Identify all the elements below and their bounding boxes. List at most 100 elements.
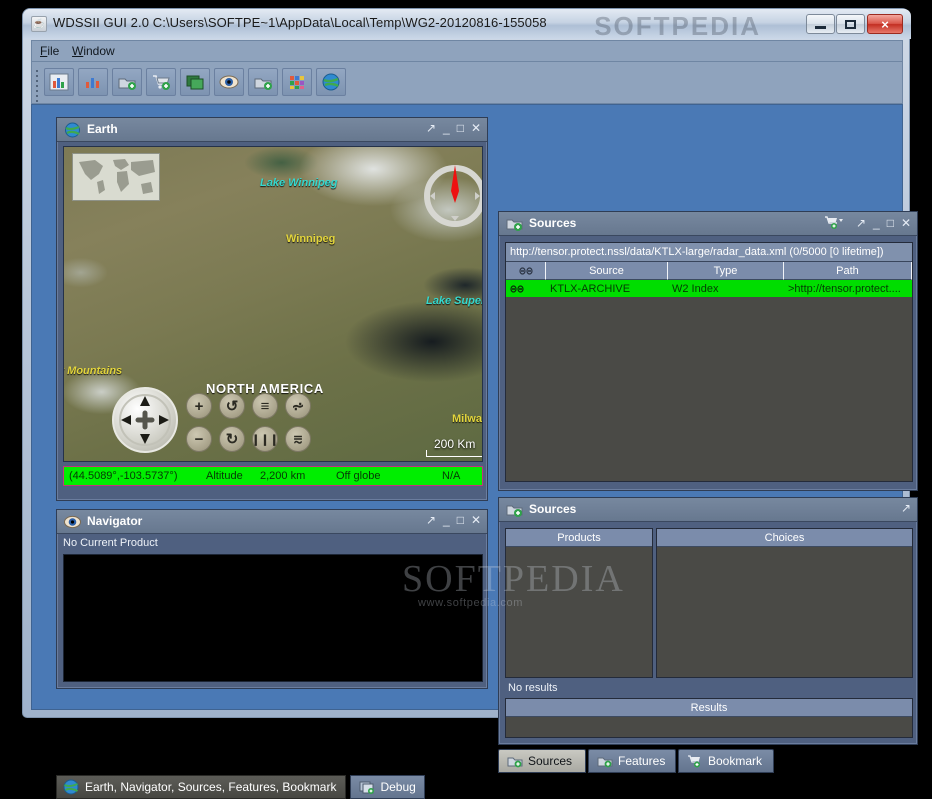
- map-label-rocky-mountains: y Mountains: [63, 365, 123, 377]
- navigator-panel-title: Navigator: [87, 514, 143, 528]
- tab-bookmark[interactable]: Bookmark: [678, 749, 774, 773]
- sources-panel-title: Sources: [529, 216, 577, 230]
- tab-sources[interactable]: Sources: [498, 749, 586, 773]
- source-add-icon: [507, 757, 523, 768]
- close-icon[interactable]: ✕: [471, 513, 481, 527]
- sources-table-header: Source Type Path: [506, 262, 912, 280]
- maximize-icon[interactable]: □: [457, 121, 464, 135]
- rotate-cw-button[interactable]: ↻: [219, 426, 245, 452]
- map-view[interactable]: Lake Winnipeg Winnipeg Lake Superior y M…: [63, 146, 483, 462]
- float-icon[interactable]: ↗: [856, 216, 866, 230]
- choices-list[interactable]: Choices: [656, 528, 913, 678]
- rotate-ccw-button[interactable]: ↺: [219, 393, 245, 419]
- close-button[interactable]: ×: [867, 14, 903, 34]
- sources-table[interactable]: http://tensor.protect.nssl/data/KTLX-lar…: [505, 242, 913, 482]
- status-panels-label: Earth, Navigator, Sources, Features, Boo…: [85, 780, 337, 794]
- tilt-up-button[interactable]: ≡: [252, 393, 278, 419]
- bars-button[interactable]: ❙❙❙: [251, 426, 279, 452]
- map-scale-bar: 200 Km: [426, 437, 482, 461]
- altitude-value: 2,200 km: [260, 470, 306, 482]
- terrain-up-icon: ⩫: [291, 398, 305, 415]
- title-bar: ☕ WDSSII GUI 2.0 C:\Users\SOFTPE~1\AppDa…: [23, 9, 911, 41]
- toolbar: [31, 62, 903, 104]
- debug-icon: [359, 781, 375, 794]
- table-row[interactable]: KTLX-ARCHIVE W2 Index >http://tensor.pro…: [506, 280, 912, 297]
- pan-control[interactable]: [112, 387, 178, 453]
- rotate-cw-icon: ↻: [225, 431, 239, 448]
- minimize-icon[interactable]: _: [873, 216, 880, 230]
- map-label-milwaukee: Milwa: [452, 413, 482, 425]
- zoom-in-button[interactable]: +: [186, 393, 212, 419]
- maximize-button[interactable]: [836, 14, 865, 34]
- float-icon[interactable]: ↗: [426, 513, 436, 527]
- float-icon[interactable]: ↗: [426, 121, 436, 135]
- no-results-label: No results: [508, 682, 558, 694]
- grid-color-icon[interactable]: [282, 68, 312, 96]
- minimize-icon[interactable]: _: [443, 121, 450, 135]
- zoom-out-button[interactable]: −: [186, 426, 212, 452]
- chart-icon[interactable]: [78, 68, 108, 96]
- terrain-up-button[interactable]: ⩫: [285, 393, 311, 419]
- products-list[interactable]: Products: [505, 528, 653, 678]
- layers-icon[interactable]: [180, 68, 210, 96]
- float-icon[interactable]: ↗: [901, 501, 911, 515]
- terrain-down-icon: ⩳: [293, 430, 303, 448]
- elevation-value: N/A: [442, 470, 461, 482]
- source-add-icon: [597, 757, 613, 768]
- choices-header[interactable]: Choices: [657, 529, 912, 547]
- tab-bookmark-label: Bookmark: [708, 754, 763, 768]
- products-header[interactable]: Products: [506, 529, 652, 547]
- results-header[interactable]: Results: [506, 699, 912, 717]
- sources-panel-controls: ↗ _ □ ✕: [824, 215, 911, 230]
- globe-icon: [64, 122, 81, 138]
- world-minimap[interactable]: [72, 153, 160, 201]
- menu-item-window[interactable]: Window: [72, 44, 115, 58]
- column-link-icon[interactable]: [506, 262, 546, 280]
- minus-icon: −: [194, 430, 204, 448]
- tab-features-label: Features: [618, 754, 666, 768]
- column-type[interactable]: Type: [668, 262, 784, 280]
- column-source[interactable]: Source: [546, 262, 668, 280]
- earth-panel-header: Earth ↗ _ □ ✕: [57, 118, 487, 142]
- debug-button[interactable]: Debug: [350, 775, 425, 799]
- map-label-winnipeg: Winnipeg: [286, 233, 336, 245]
- row-link-icon[interactable]: [506, 280, 546, 297]
- source-add-2-icon[interactable]: [248, 68, 278, 96]
- sources-url-label: http://tensor.protect.nssl/data/KTLX-lar…: [506, 243, 912, 262]
- sources-panel-header: Sources ↗ _ □ ✕: [499, 212, 917, 236]
- close-icon: ×: [881, 16, 889, 32]
- globe-state: Off globe: [336, 470, 381, 482]
- close-icon[interactable]: ✕: [901, 216, 911, 230]
- eye-icon[interactable]: [214, 68, 244, 96]
- source-add-icon: [506, 216, 523, 232]
- column-path[interactable]: Path: [784, 262, 912, 280]
- sources-products-title: Sources: [529, 502, 577, 516]
- window-title: WDSSII GUI 2.0 C:\Users\SOFTPE~1\AppData…: [53, 15, 547, 30]
- sources-products-header: Sources ↗: [499, 498, 917, 522]
- bars-icon: ❙❙❙: [251, 433, 279, 446]
- chart-add-icon[interactable]: [44, 68, 74, 96]
- cart-add-dropdown-icon[interactable]: [824, 215, 844, 230]
- tab-features[interactable]: Features: [588, 749, 676, 773]
- source-add-icon[interactable]: [112, 68, 142, 96]
- cart-add-icon[interactable]: [146, 68, 176, 96]
- maximize-icon[interactable]: □: [887, 216, 894, 230]
- status-panels-button[interactable]: Earth, Navigator, Sources, Features, Boo…: [56, 775, 347, 799]
- maximize-icon[interactable]: □: [457, 513, 464, 527]
- compass-control[interactable]: [420, 161, 482, 231]
- status-bar: Earth, Navigator, Sources, Features, Boo…: [56, 775, 456, 799]
- menu-item-file[interactable]: File: [40, 44, 59, 58]
- rotate-ccw-icon: ↺: [225, 398, 239, 415]
- globe-icon[interactable]: [316, 68, 346, 96]
- minimize-icon[interactable]: _: [443, 513, 450, 527]
- toolbar-grip[interactable]: [36, 70, 40, 102]
- navigator-panel-header: Navigator ↗ _ □ ✕: [57, 510, 487, 534]
- application-window: ☕ WDSSII GUI 2.0 C:\Users\SOFTPE~1\AppDa…: [22, 8, 918, 799]
- terrain-down-button[interactable]: ⩳: [285, 426, 311, 452]
- navigator-canvas[interactable]: [63, 554, 483, 682]
- menu-bar: File Window: [31, 40, 903, 62]
- results-list[interactable]: Results: [505, 698, 913, 738]
- minimize-button[interactable]: [806, 14, 835, 34]
- map-scale-line: [426, 450, 482, 457]
- close-icon[interactable]: ✕: [471, 121, 481, 135]
